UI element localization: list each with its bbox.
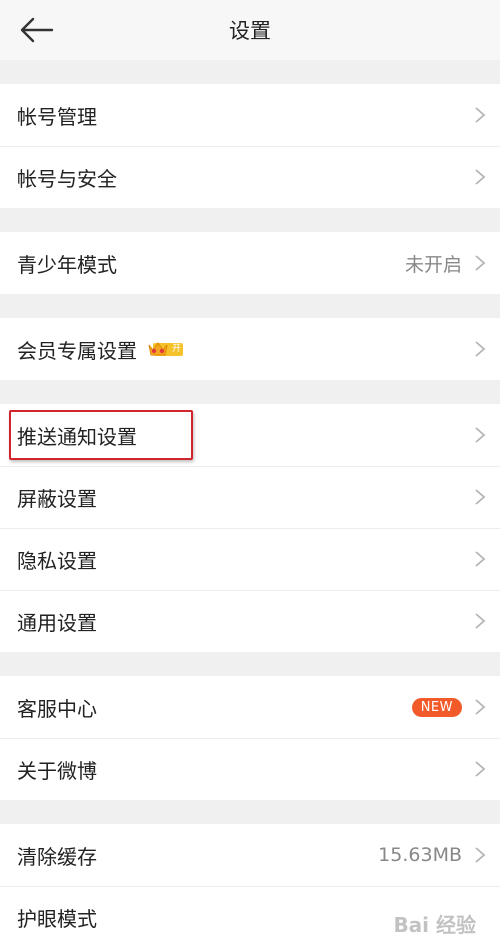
section-divider xyxy=(0,652,500,676)
vip-badge: 开 xyxy=(147,340,183,358)
chevron-right-icon xyxy=(475,551,486,567)
section-divider xyxy=(0,800,500,824)
chevron-right-icon xyxy=(475,255,486,271)
settings-group-vip: 会员专属设置 开 xyxy=(0,318,500,380)
settings-item-label: 客服中心 xyxy=(17,696,97,721)
chevron-right-icon xyxy=(475,169,486,185)
settings-group-youth: 青少年模式 未开启 xyxy=(0,232,500,294)
section-divider xyxy=(0,294,500,318)
settings-item-label: 护眼模式 xyxy=(17,906,97,931)
settings-item-label: 通用设置 xyxy=(17,610,97,635)
settings-item-account-security[interactable]: 帐号与安全 xyxy=(0,146,500,208)
settings-item-label: 屏蔽设置 xyxy=(17,486,97,511)
top-bar: 设置 xyxy=(0,0,500,60)
chevron-right-icon xyxy=(475,341,486,357)
settings-item-label: 帐号与安全 xyxy=(17,166,117,191)
settings-item-label: 会员专属设置 xyxy=(17,338,137,363)
chevron-right-icon xyxy=(475,107,486,123)
new-badge: NEW xyxy=(411,697,462,717)
settings-item-clear-cache[interactable]: 清除缓存 15.63MB xyxy=(0,824,500,886)
settings-item-block-settings[interactable]: 屏蔽设置 xyxy=(0,466,500,528)
chevron-right-icon xyxy=(475,761,486,777)
settings-item-general-settings[interactable]: 通用设置 xyxy=(0,590,500,652)
chevron-right-icon xyxy=(475,427,486,443)
chevron-right-icon xyxy=(475,847,486,863)
settings-item-label: 推送通知设置 xyxy=(17,424,137,449)
section-divider xyxy=(0,208,500,232)
youth-mode-status: 未开启 xyxy=(404,253,462,276)
settings-item-customer-service[interactable]: 客服中心 NEW xyxy=(0,676,500,738)
settings-item-push-notification[interactable]: 推送通知设置 xyxy=(0,404,500,466)
section-divider xyxy=(0,60,500,84)
chevron-right-icon xyxy=(475,699,486,715)
settings-group-general: 推送通知设置 屏蔽设置 隐私设置 通用设置 xyxy=(0,404,500,652)
settings-item-label: 帐号管理 xyxy=(17,104,97,129)
settings-item-about-weibo[interactable]: 关于微博 xyxy=(0,738,500,800)
settings-item-privacy-settings[interactable]: 隐私设置 xyxy=(0,528,500,590)
settings-group-account: 帐号管理 帐号与安全 xyxy=(0,84,500,208)
settings-item-youth-mode[interactable]: 青少年模式 未开启 xyxy=(0,232,500,294)
chevron-right-icon xyxy=(475,613,486,629)
crown-icon xyxy=(148,342,168,356)
settings-item-label: 青少年模式 xyxy=(17,252,117,277)
arrow-left-icon xyxy=(20,17,54,43)
watermark-logo: Bai 经验 xyxy=(393,913,476,937)
back-button[interactable] xyxy=(18,14,56,46)
settings-item-label: 隐私设置 xyxy=(17,548,97,573)
section-divider xyxy=(0,380,500,404)
settings-item-vip-settings[interactable]: 会员专属设置 开 xyxy=(0,318,500,380)
settings-item-label: 清除缓存 xyxy=(17,844,97,869)
settings-item-account-management[interactable]: 帐号管理 xyxy=(0,84,500,146)
page-title: 设置 xyxy=(229,19,271,43)
cache-size: 15.63MB xyxy=(378,844,462,866)
settings-item-label: 关于微博 xyxy=(17,758,97,783)
settings-group-support: 客服中心 NEW 关于微博 xyxy=(0,676,500,800)
chevron-right-icon xyxy=(475,489,486,505)
